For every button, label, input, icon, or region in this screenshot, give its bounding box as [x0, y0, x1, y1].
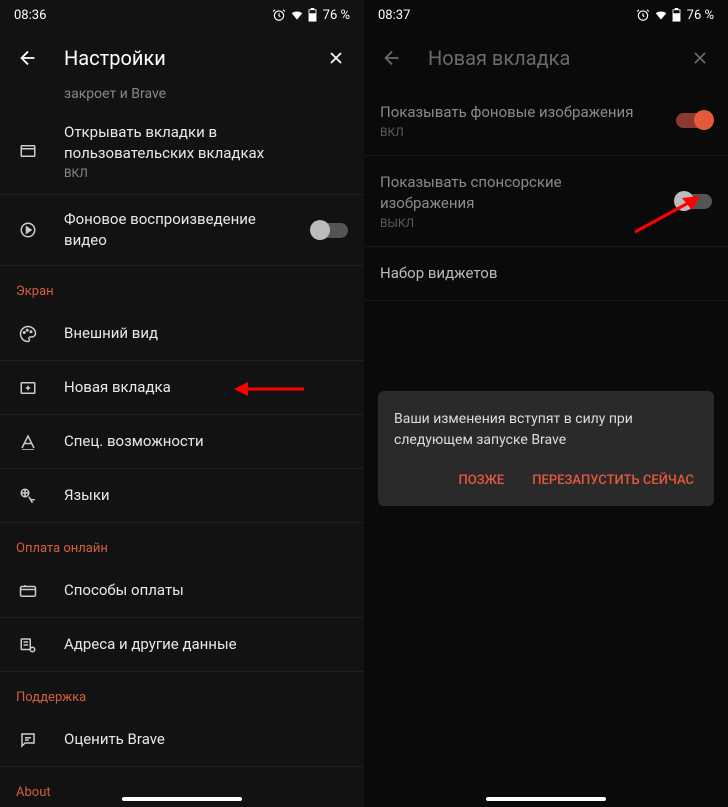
row-payment-methods[interactable]: Способы оплаты — [0, 564, 364, 618]
close-button[interactable] — [688, 46, 712, 70]
toggle-sponsor[interactable] — [676, 194, 712, 209]
status-time: 08:36 — [14, 8, 46, 23]
language-icon — [16, 487, 40, 505]
address-icon — [16, 636, 40, 654]
back-button[interactable] — [16, 46, 40, 70]
later-button[interactable]: ПОЗЖЕ — [454, 465, 508, 496]
row-sub: ВКЛ — [64, 166, 348, 180]
nav-handle[interactable] — [486, 797, 606, 801]
phone-right: 08:37 76 % Новая вкладка Показывать фоно… — [364, 0, 728, 807]
row-label: Адреса и другие данные — [64, 634, 348, 655]
row-bg-video[interactable]: Фоновое воспроизведение видео — [0, 195, 364, 266]
nav-handle[interactable] — [122, 797, 242, 801]
card-icon — [16, 582, 40, 600]
row-label: Способы оплаты — [64, 580, 348, 601]
status-bar: 08:36 76 % — [0, 0, 364, 30]
status-time: 08:37 — [378, 8, 410, 23]
dialog-message: Ваши изменения вступят в силу при следую… — [394, 409, 698, 451]
toggle-bg-images[interactable] — [676, 113, 712, 128]
play-icon — [16, 221, 40, 239]
status-battery: 76 % — [687, 8, 714, 23]
restart-button[interactable]: ПЕРЕЗАПУСТИТЬ СЕЙЧАС — [528, 465, 698, 496]
dialog-actions: ПОЗЖЕ ПЕРЕЗАПУСТИТЬ СЕЙЧАС — [394, 465, 698, 496]
status-icons — [636, 8, 681, 22]
row-label: Оценить Brave — [64, 729, 348, 750]
new-tab-icon — [16, 379, 40, 397]
row-addresses[interactable]: Адреса и другие данные — [0, 618, 364, 672]
page-title: Настройки — [64, 46, 300, 70]
arrow-back-icon — [17, 47, 39, 69]
alarm-icon — [636, 8, 650, 22]
alarm-icon — [272, 8, 286, 22]
section-support: Поддержка — [0, 672, 364, 713]
section-payment: Оплата онлайн — [0, 523, 364, 564]
truncated-text: закроет и Brave — [0, 86, 364, 108]
row-bg-images[interactable]: Показывать фоновые изображения ВКЛ — [364, 86, 728, 156]
row-rate[interactable]: Оценить Brave — [0, 713, 364, 767]
status-right: 76 % — [272, 8, 350, 23]
status-bar: 08:37 76 % — [364, 0, 728, 30]
status-right: 76 % — [636, 8, 714, 23]
new-tab-settings: Показывать фоновые изображения ВКЛ Показ… — [364, 86, 728, 807]
palette-icon — [16, 325, 40, 343]
row-sub: ВКЛ — [380, 125, 652, 139]
status-battery: 76 % — [323, 8, 350, 23]
header: Новая вкладка — [364, 30, 728, 86]
close-icon — [690, 48, 710, 68]
wifi-icon — [290, 8, 304, 22]
row-label: Внешний вид — [64, 323, 348, 344]
row-sub: ВЫКЛ — [380, 216, 652, 230]
status-icons — [272, 8, 317, 22]
chat-icon — [16, 731, 40, 749]
tabs-icon — [16, 142, 40, 160]
wifi-icon — [654, 8, 668, 22]
row-label: Открывать вкладки в пользовательских вкл… — [64, 122, 348, 164]
back-button[interactable] — [380, 46, 404, 70]
settings-list[interactable]: закроет и Brave Открывать вкладки в поль… — [0, 86, 364, 807]
row-label: Новая вкладка — [64, 377, 348, 398]
close-icon — [326, 48, 346, 68]
row-label: Фоновое воспроизведение видео — [64, 209, 288, 251]
row-label: Показывать фоновые изображения — [380, 102, 652, 123]
row-label: Показывать спонсорские изображения — [380, 172, 652, 214]
phone-left: 08:36 76 % Настройки закроет и Brave Отк… — [0, 0, 364, 807]
row-label: Языки — [64, 485, 348, 506]
header: Настройки — [0, 30, 364, 86]
page-title: Новая вкладка — [428, 46, 664, 70]
section-screen: Экран — [0, 266, 364, 307]
row-label: Набор виджетов — [380, 263, 712, 284]
row-sponsor-images[interactable]: Показывать спонсорские изображения ВЫКЛ — [364, 156, 728, 247]
section-about: About — [0, 767, 364, 807]
toggle-bg-video[interactable] — [312, 223, 348, 238]
battery-icon — [308, 8, 317, 22]
row-accessibility[interactable]: Спец. возможности — [0, 415, 364, 469]
row-custom-tabs[interactable]: Открывать вкладки в пользовательских вкл… — [0, 108, 364, 195]
close-button[interactable] — [324, 46, 348, 70]
row-label: Спец. возможности — [64, 431, 348, 452]
accessibility-icon — [16, 433, 40, 451]
row-appearance[interactable]: Внешний вид — [0, 307, 364, 361]
row-languages[interactable]: Языки — [0, 469, 364, 523]
row-widgets[interactable]: Набор виджетов — [364, 247, 728, 301]
battery-icon — [672, 8, 681, 22]
row-new-tab[interactable]: Новая вкладка — [0, 361, 364, 415]
restart-dialog: Ваши изменения вступят в силу при следую… — [378, 391, 714, 506]
arrow-back-icon — [381, 47, 403, 69]
